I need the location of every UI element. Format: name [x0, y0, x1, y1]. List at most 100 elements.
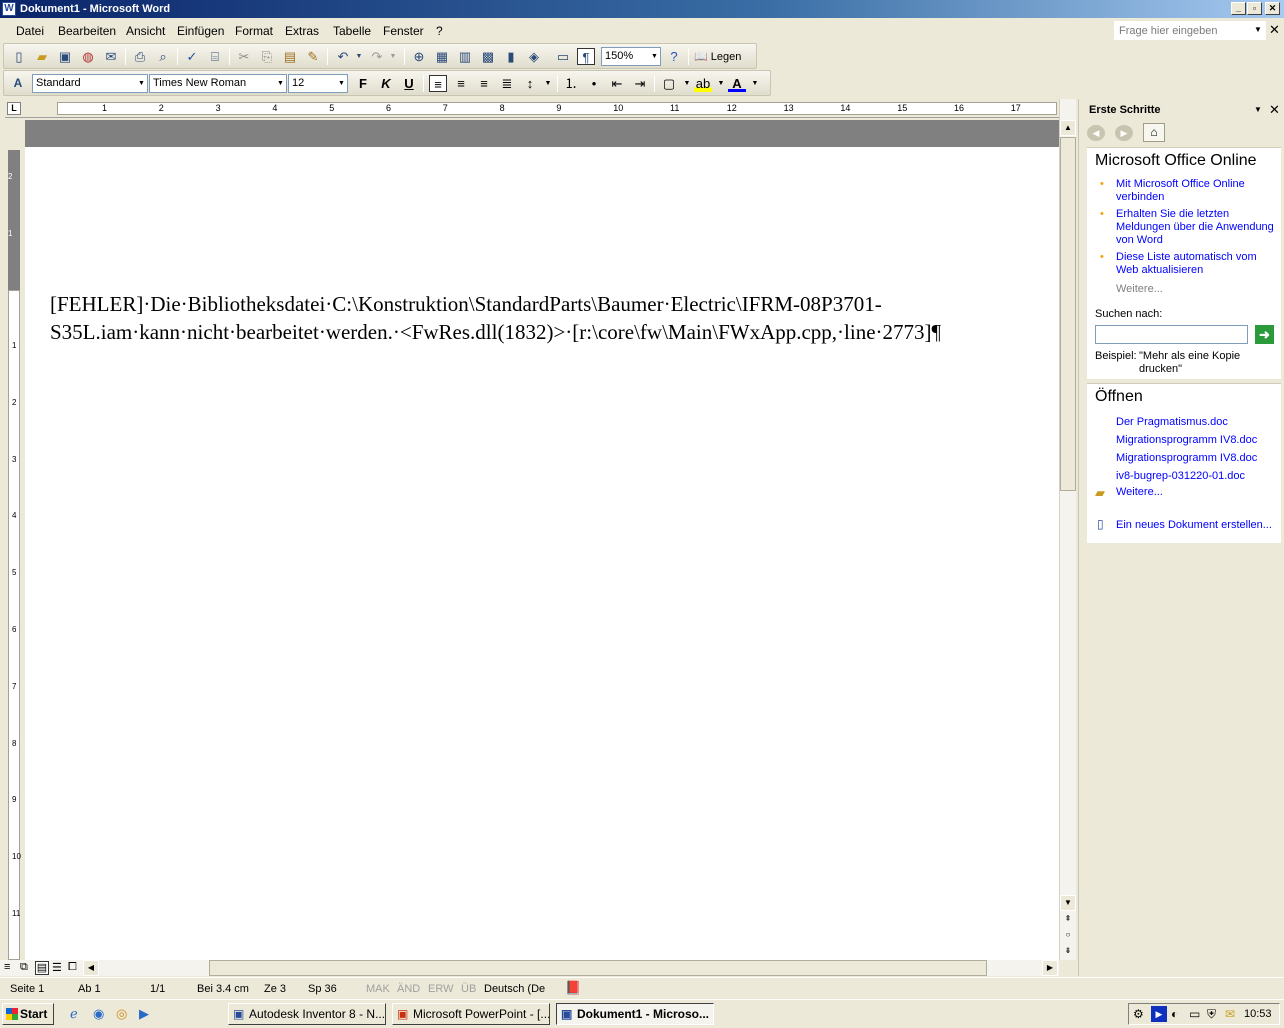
- vertical-scrollbar[interactable]: ▲ ▼ ⇞ ○ ⇟: [1059, 99, 1076, 960]
- back-icon[interactable]: ◀: [1087, 125, 1105, 141]
- menu-datei[interactable]: Datei: [16, 24, 44, 38]
- tray-update-icon[interactable]: ◐: [1171, 1007, 1178, 1021]
- vertical-ruler[interactable]: 1 2 3 4 5 6 7 8 9 10 11 2 1: [5, 120, 24, 960]
- style-select[interactable]: Standard ▼: [32, 74, 148, 93]
- underline-button[interactable]: U: [400, 75, 418, 92]
- tab-selector-icon[interactable]: L: [7, 102, 21, 115]
- ask-question-input[interactable]: Frage hier eingeben: [1114, 21, 1266, 40]
- zoom-select[interactable]: 150% ▼: [601, 47, 661, 66]
- status-language[interactable]: Deutsch (De: [484, 983, 545, 995]
- horizontal-ruler[interactable]: L 1 2 3 4 5 6 7 8 9 10 11 12 13 14 15 16 17: [5, 99, 1060, 118]
- recent-file-link[interactable]: Der Pragmatismus.doc: [1116, 416, 1228, 429]
- new-icon[interactable]: ▯: [10, 48, 28, 65]
- document-area[interactable]: [FEHLER]·Die·Bibliotheksdatei·C:\Konstru…: [25, 120, 1059, 962]
- home-icon[interactable]: ⌂: [1143, 123, 1165, 142]
- read-mode-button[interactable]: 📖 Legen: [694, 50, 741, 63]
- restore-button[interactable]: ▫: [1247, 2, 1262, 15]
- italic-button[interactable]: K: [377, 75, 395, 92]
- align-left-icon[interactable]: ≡: [429, 75, 447, 92]
- reading-view-icon[interactable]: ⧠: [68, 961, 77, 974]
- columns-icon[interactable]: ▮: [502, 48, 520, 65]
- format-painter-icon[interactable]: ✎: [304, 48, 322, 65]
- minimize-button[interactable]: _: [1231, 2, 1246, 15]
- open-icon[interactable]: ▰: [33, 48, 51, 65]
- undo-dropdown-icon[interactable]: ▼: [350, 48, 368, 65]
- menu-bearbeiten[interactable]: Bearbeiten: [58, 24, 116, 38]
- numbering-icon[interactable]: ⒈: [562, 75, 580, 92]
- new-document-link[interactable]: Ein neues Dokument erstellen...: [1116, 519, 1272, 532]
- bullets-icon[interactable]: •: [585, 75, 603, 92]
- ask-dropdown-icon[interactable]: ▼: [1254, 25, 1262, 34]
- tables-borders-icon[interactable]: ▦: [433, 48, 451, 65]
- document-text[interactable]: [FEHLER]·Die·Bibliotheksdatei·C:\Konstru…: [50, 290, 941, 346]
- task-pane-menu-icon[interactable]: ▼: [1254, 105, 1262, 114]
- hyperlink-icon[interactable]: ⊕: [410, 48, 428, 65]
- recent-file-link[interactable]: Migrationsprogramm IV8.doc: [1116, 452, 1257, 465]
- task-pane-close-icon[interactable]: ✕: [1269, 102, 1280, 118]
- menu-ansicht[interactable]: Ansicht: [126, 24, 165, 38]
- align-center-icon[interactable]: ≡: [452, 75, 470, 92]
- scroll-thumb[interactable]: [1060, 137, 1076, 491]
- tray-mail-icon[interactable]: ✉: [1225, 1007, 1235, 1021]
- redo-dropdown-icon[interactable]: ▼: [384, 48, 402, 65]
- start-button[interactable]: Start: [2, 1003, 54, 1025]
- next-page-icon[interactable]: ⇟: [1060, 944, 1076, 960]
- permission-icon[interactable]: ◍: [79, 48, 97, 65]
- spelling-status-icon[interactable]: 📕: [565, 980, 581, 996]
- doc-close-icon[interactable]: ✕: [1269, 22, 1280, 38]
- paste-icon[interactable]: ▤: [281, 48, 299, 65]
- status-and[interactable]: ÄND: [397, 983, 420, 995]
- show-formatting-icon[interactable]: ¶: [577, 48, 595, 65]
- print-view-icon[interactable]: ▤: [35, 961, 49, 975]
- link-connect-online[interactable]: Mit Microsoft Office Online verbinden: [1116, 178, 1276, 204]
- font-select[interactable]: Times New Roman ▼: [149, 74, 287, 93]
- task-inventor[interactable]: ▣ Autodesk Inventor 8 - N...: [228, 1003, 386, 1025]
- justify-icon[interactable]: ≣: [498, 75, 516, 92]
- print-icon[interactable]: ⎙: [131, 48, 149, 65]
- font-color-dropdown-icon[interactable]: ▼: [746, 75, 764, 92]
- open-more-link[interactable]: Weitere...: [1116, 486, 1163, 499]
- normal-view-icon[interactable]: ≡: [4, 961, 10, 973]
- email-icon[interactable]: ✉: [102, 48, 120, 65]
- tray-security-icon[interactable]: ⛨: [1207, 1007, 1216, 1022]
- document-page[interactable]: [FEHLER]·Die·Bibliotheksdatei·C:\Konstru…: [25, 147, 1059, 962]
- horizontal-scrollbar[interactable]: ≡ ⧉ ▤ ☰ ⧠ ◀ ▶: [0, 960, 1059, 976]
- tray-network-icon[interactable]: ⚙: [1133, 1007, 1144, 1021]
- line-spacing-icon[interactable]: ↕: [521, 75, 539, 92]
- previous-page-icon[interactable]: ⇞: [1060, 912, 1076, 928]
- search-go-icon[interactable]: ➜: [1255, 325, 1274, 344]
- browse-object-icon[interactable]: ○: [1060, 928, 1076, 944]
- line-spacing-dropdown-icon[interactable]: ▼: [539, 75, 557, 92]
- decrease-indent-icon[interactable]: ⇤: [608, 75, 626, 92]
- menu-help[interactable]: ?: [436, 24, 443, 38]
- menu-format[interactable]: Format: [235, 24, 273, 38]
- menu-tabelle[interactable]: Tabelle: [333, 24, 371, 38]
- highlight-icon[interactable]: ab: [694, 75, 712, 92]
- cut-icon[interactable]: ✂: [235, 48, 253, 65]
- quicklaunch-browser-icon[interactable]: ◉: [93, 1006, 104, 1022]
- increase-indent-icon[interactable]: ⇥: [631, 75, 649, 92]
- help-icon[interactable]: ?: [665, 48, 683, 65]
- menu-fenster[interactable]: Fenster: [383, 24, 424, 38]
- quicklaunch-media-icon[interactable]: ▶: [139, 1006, 149, 1022]
- scroll-right-button[interactable]: ▶: [1042, 960, 1058, 976]
- task-powerpoint[interactable]: ▣ Microsoft PowerPoint - [...: [392, 1003, 550, 1025]
- h-scroll-thumb[interactable]: [209, 960, 987, 976]
- forward-icon[interactable]: ▶: [1115, 125, 1133, 141]
- scroll-left-button[interactable]: ◀: [83, 960, 99, 976]
- save-icon[interactable]: ▣: [56, 48, 74, 65]
- spelling-icon[interactable]: ✓: [183, 48, 201, 65]
- align-right-icon[interactable]: ≡: [475, 75, 493, 92]
- copy-icon[interactable]: ⎘: [258, 48, 276, 65]
- web-view-icon[interactable]: ⧉: [20, 961, 28, 974]
- insert-excel-icon[interactable]: ▩: [479, 48, 497, 65]
- font-size-select[interactable]: 12 ▼: [288, 74, 348, 93]
- insert-table-icon[interactable]: ▥: [456, 48, 474, 65]
- print-preview-icon[interactable]: ⌕: [154, 48, 172, 65]
- status-mak[interactable]: MAK: [366, 983, 390, 995]
- task-word[interactable]: ▣ Dokument1 - Microso...: [556, 1003, 714, 1025]
- recent-file-link[interactable]: Migrationsprogramm IV8.doc: [1116, 434, 1257, 447]
- scroll-down-button[interactable]: ▼: [1060, 895, 1076, 911]
- menu-extras[interactable]: Extras: [285, 24, 319, 38]
- outline-view-icon[interactable]: ☰: [52, 961, 62, 974]
